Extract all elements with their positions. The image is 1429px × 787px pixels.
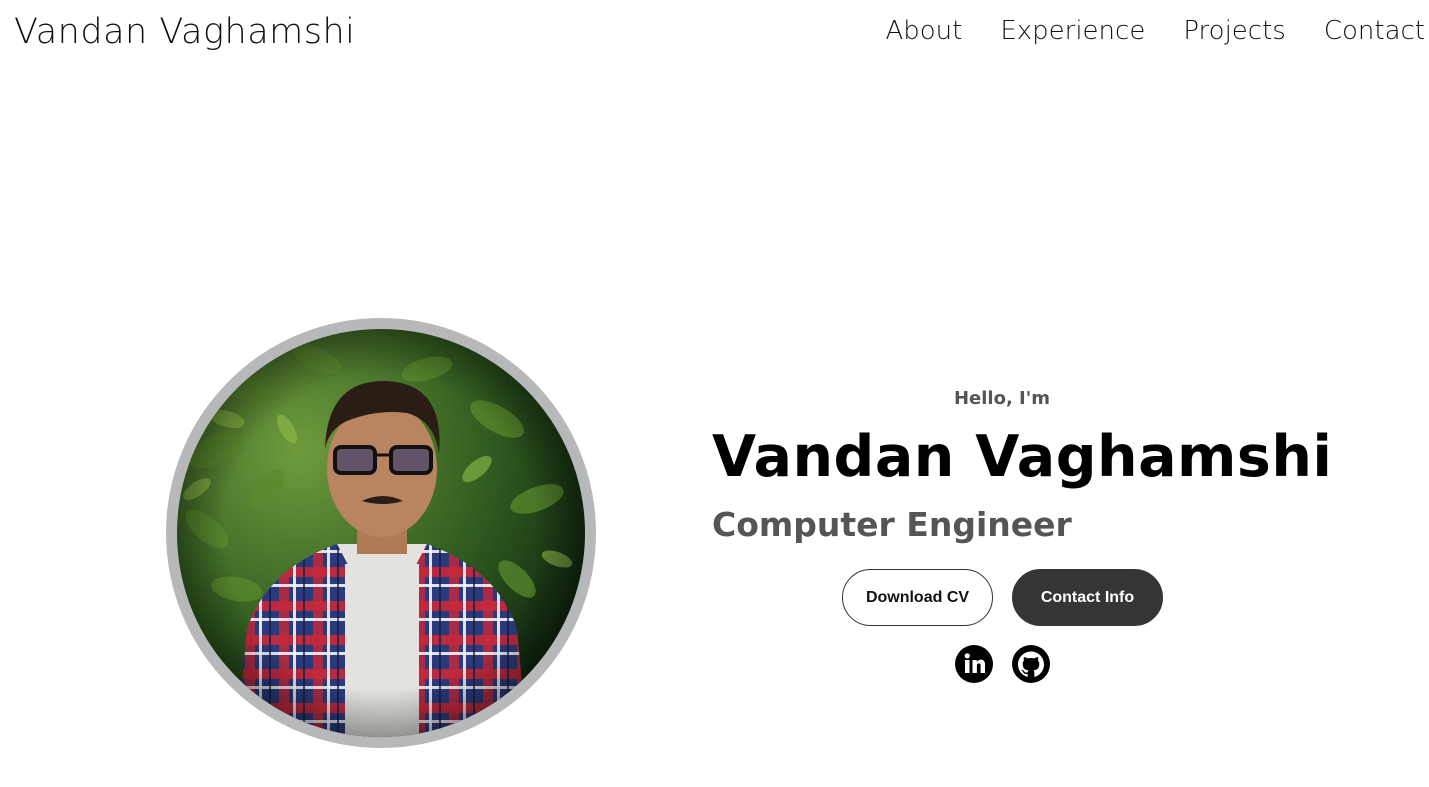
profile-photo-frame — [166, 318, 596, 748]
download-cv-button[interactable]: Download CV — [842, 569, 993, 626]
linkedin-icon[interactable] — [954, 644, 994, 684]
contact-info-button[interactable]: Contact Info — [1012, 569, 1163, 626]
nav-link-experience[interactable]: Experience — [1000, 16, 1145, 46]
nav-link-projects[interactable]: Projects — [1183, 16, 1286, 46]
site-logo[interactable]: Vandan Vaghamshi — [14, 12, 355, 52]
top-nav: Vandan Vaghamshi About Experience Projec… — [0, 0, 1429, 70]
hero-role: Computer Engineer — [712, 505, 1072, 544]
hero-name: Vandan Vaghamshi — [712, 424, 1333, 490]
github-icon[interactable] — [1011, 644, 1051, 684]
hero-greeting: Hello, I'm — [953, 388, 1051, 409]
nav-link-about[interactable]: About — [885, 16, 962, 46]
nav-link-contact[interactable]: Contact — [1324, 16, 1425, 46]
nav-links: About Experience Projects Contact — [885, 16, 1425, 46]
profile-photo — [177, 329, 585, 737]
